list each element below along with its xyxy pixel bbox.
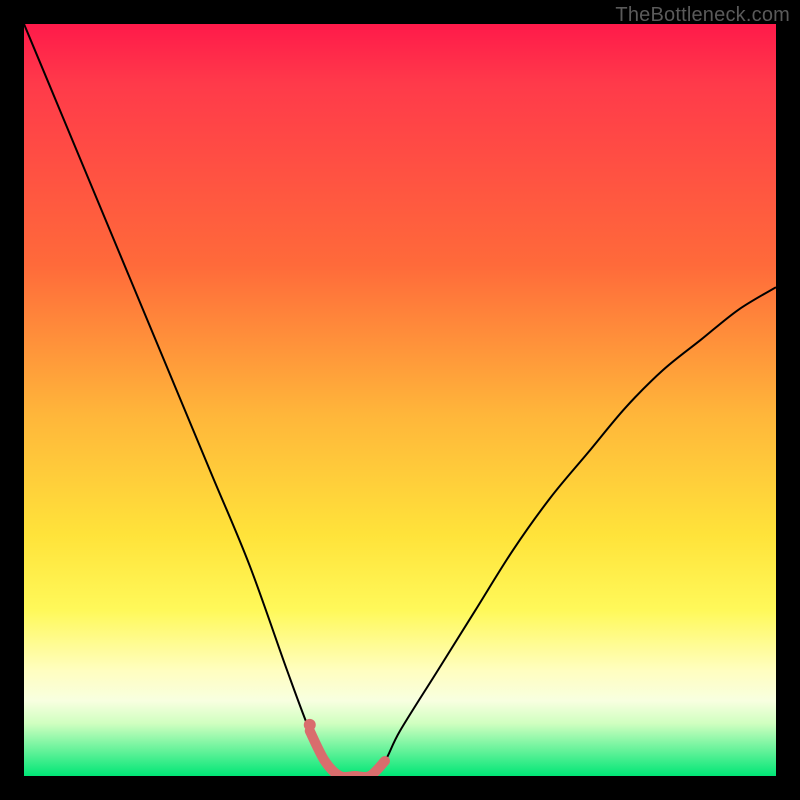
chart-svg (24, 24, 776, 776)
accent-start-dot (304, 719, 316, 731)
watermark-text: TheBottleneck.com (615, 4, 790, 27)
accent-min-region (310, 731, 385, 776)
chart-frame (24, 24, 776, 776)
bottleneck-curve (24, 24, 776, 776)
